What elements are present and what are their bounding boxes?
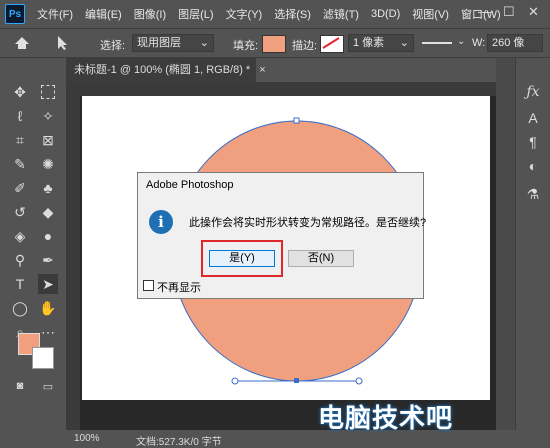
chevron-down-icon[interactable]: ⌄	[457, 36, 465, 47]
home-icon[interactable]	[14, 36, 30, 50]
document-tab[interactable]: 未标题-1 @ 100% (椭圆 1, RGB/8) * ×	[66, 58, 266, 82]
photoshop-logo-icon: Ps	[5, 4, 25, 24]
move-tool-icon[interactable]: ✥	[10, 82, 30, 102]
zoom-level[interactable]: 100%	[74, 433, 100, 444]
eraser-tool-icon[interactable]: ◆	[38, 202, 58, 222]
paths-icon[interactable]: ⚗	[523, 184, 543, 204]
maximize-button[interactable]: ☐	[503, 4, 515, 20]
select-value: 现用图层	[137, 37, 181, 49]
close-tab-icon[interactable]: ×	[259, 64, 265, 76]
close-window-button[interactable]: ✕	[528, 4, 539, 20]
fx-icon[interactable]: ƒx	[523, 82, 543, 102]
marquee-tool-icon[interactable]	[38, 82, 58, 102]
type-tool-icon[interactable]: T	[10, 274, 30, 294]
character-icon[interactable]: A	[523, 108, 543, 128]
right-panel-strip	[496, 58, 515, 430]
menu-file[interactable]: 文件(F)	[37, 6, 73, 22]
top-ruler	[66, 82, 496, 96]
spot-healing-tool-icon[interactable]: ✺	[38, 154, 58, 174]
frame-tool-icon[interactable]: ⊠	[38, 130, 58, 150]
dialog-title: Adobe Photoshop	[146, 179, 234, 191]
more-tools-icon[interactable]: ⋯	[38, 322, 58, 342]
paint-bucket-tool-icon[interactable]: ◈	[10, 226, 30, 246]
pen-tool-icon[interactable]: ✒	[38, 250, 58, 270]
stroke-label: 描边:	[292, 40, 318, 52]
dodge-tool-icon[interactable]: ⚲	[10, 250, 30, 270]
crop-tool-icon[interactable]: ⌗	[10, 130, 30, 150]
stroke-color-swatch[interactable]	[320, 35, 344, 53]
anchor-point-top	[293, 117, 300, 124]
fill-label: 填充:	[233, 40, 259, 52]
menu-layer[interactable]: 图层(L)	[178, 6, 213, 22]
dialog-message: 此操作会将实时形状转变为常规路径。是否继续?	[189, 217, 427, 229]
path-selection-tool-icon[interactable]: ➤	[38, 274, 58, 294]
left-ruler	[66, 96, 80, 430]
right-panel-dock: ƒx A ¶ ◐ ⚗	[515, 58, 550, 430]
anchor-point-bottom	[294, 378, 299, 383]
screen-mode-icon[interactable]: ▭	[38, 376, 58, 396]
path-selection-arrow-icon[interactable]	[56, 35, 68, 51]
chevron-down-icon: ⌄	[199, 37, 209, 49]
eyedropper-tool-icon[interactable]: ✎	[10, 154, 30, 174]
stroke-width-value: 1 像素	[353, 37, 385, 49]
hand-tool-icon[interactable]: ✋	[38, 298, 58, 318]
watermark-text: 电脑技术吧	[318, 404, 454, 434]
history-brush-tool-icon[interactable]: ↺	[10, 202, 30, 222]
menu-filter[interactable]: 滤镜(T)	[323, 6, 359, 22]
bezier-handle-left	[231, 377, 239, 385]
confirm-dialog: Adobe Photoshop i 此操作会将实时形状转变为常规路径。是否继续?…	[137, 172, 427, 299]
width-field[interactable]: 260 像	[487, 34, 543, 52]
bezier-handle-right	[355, 377, 363, 385]
quick-mask-icon[interactable]: ◙	[10, 376, 30, 396]
magic-wand-tool-icon[interactable]: ✧	[38, 106, 58, 126]
menu-view[interactable]: 视图(V)	[412, 6, 449, 22]
clone-stamp-tool-icon[interactable]: ♣	[38, 178, 58, 198]
menu-edit[interactable]: 编辑(E)	[85, 6, 122, 22]
menu-type[interactable]: 文字(Y)	[226, 6, 263, 22]
adjustments-icon[interactable]: ◐	[523, 156, 543, 176]
select-label: 选择:	[100, 40, 126, 52]
menu-bar: Ps 文件(F) 编辑(E) 图像(I) 图层(L) 文字(Y) 选择(S) 滤…	[0, 0, 550, 28]
document-info: 文档:527.3K/0 字节	[136, 437, 222, 448]
background-color-swatch[interactable]	[32, 347, 54, 369]
stroke-type-line-icon[interactable]	[422, 42, 452, 44]
ellipse-tool-icon[interactable]: ◯	[10, 298, 30, 318]
blur-tool-icon[interactable]: ●	[38, 226, 58, 246]
lasso-tool-icon[interactable]: ℓ	[10, 106, 30, 126]
no-button[interactable]: 否(N)	[288, 250, 354, 267]
dont-show-label: 不再显示	[157, 282, 201, 294]
info-icon: i	[149, 210, 173, 234]
fill-color-swatch[interactable]	[262, 35, 286, 53]
brush-tool-icon[interactable]: ✐	[10, 178, 30, 198]
menu-image[interactable]: 图像(I)	[134, 6, 166, 22]
tools-panel: ✥ ℓ ✧ ⌗ ⊠ ✎ ✺ ✐ ♣ ↺ ◆ ◈ ● ⚲ ✒ T ➤ ◯ ✋ ⌕ …	[0, 58, 66, 430]
minimize-button[interactable]: —	[478, 4, 491, 19]
w-label: W:	[472, 37, 486, 49]
document-title: 未标题-1 @ 100% (椭圆 1, RGB/8) *	[74, 64, 251, 76]
options-bar: 选择: 现用图层 ⌄ 填充: 描边: 1 像素 ⌄ ⌄ W: 260 像	[0, 28, 550, 58]
menu-3d[interactable]: 3D(D)	[371, 8, 400, 20]
chevron-down-icon: ⌄	[399, 37, 409, 49]
paragraph-icon[interactable]: ¶	[523, 132, 543, 152]
yes-button[interactable]: 是(Y)	[209, 250, 275, 267]
menu-select[interactable]: 选择(S)	[274, 6, 311, 22]
select-dropdown[interactable]: 现用图层 ⌄	[132, 34, 214, 52]
stroke-width-dropdown[interactable]: 1 像素 ⌄	[348, 34, 414, 52]
dont-show-checkbox[interactable]	[143, 280, 154, 291]
